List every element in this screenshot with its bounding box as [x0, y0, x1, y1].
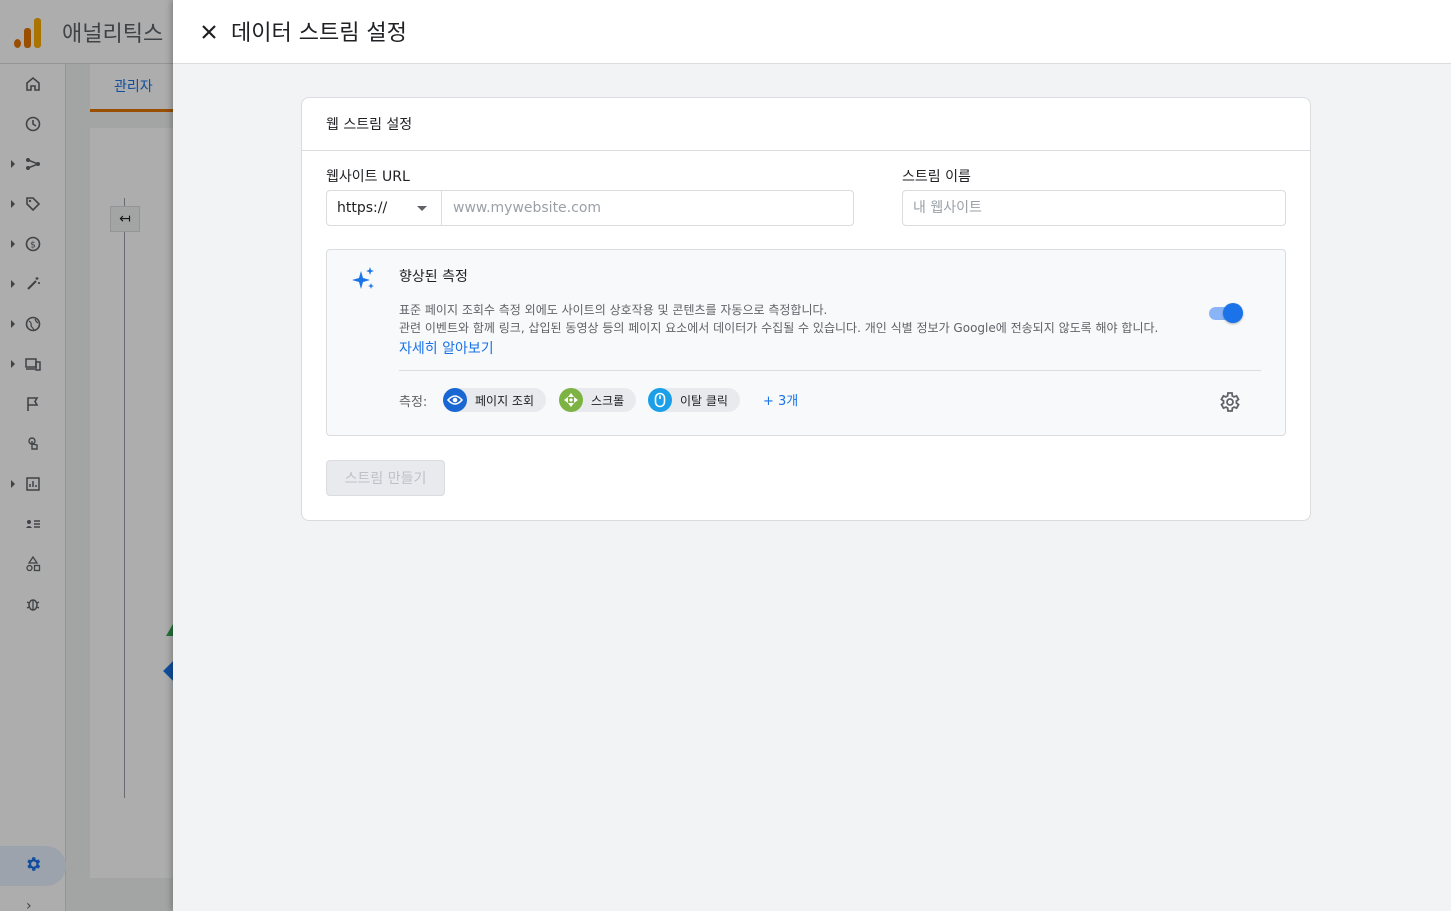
eye-icon [443, 388, 467, 412]
chip-label: 페이지 조회 [475, 393, 535, 408]
stream-name-input[interactable] [902, 190, 1286, 226]
description-line-2: 관련 이벤트와 함께 링크, 삽입된 동영상 등의 페이지 요소에서 데이터가 … [399, 321, 1159, 335]
measure-label: 측정: [399, 395, 428, 410]
description-line-1: 표준 페이지 조회수 측정 외에도 사이트의 상호작용 및 콘텐츠를 자동으로 … [399, 303, 828, 317]
divider [399, 370, 1261, 371]
url-field: https:// [326, 190, 854, 226]
protocol-select[interactable]: https:// [327, 191, 442, 225]
enhanced-measurement-box: 향상된 측정 표준 페이지 조회수 측정 외에도 사이트의 상호작용 및 콘텐츠… [326, 249, 1286, 436]
gear-icon [1220, 392, 1240, 412]
close-button[interactable] [195, 18, 223, 46]
stream-setup-panel: 데이터 스트림 설정 웹 스트림 설정 웹사이트 URL https:// 스트… [173, 0, 1451, 911]
sparkle-icon [351, 266, 377, 292]
enhanced-description: 표준 페이지 조회수 측정 외에도 사이트의 상호작용 및 콘텐츠를 자동으로 … [399, 301, 1219, 337]
close-icon [202, 25, 216, 39]
card-header: 웹 스트림 설정 [302, 98, 1310, 151]
chip-page-view: 페이지 조회 [443, 388, 547, 412]
protocol-value: https:// [337, 200, 388, 216]
mouse-icon [648, 388, 672, 412]
enhanced-toggle[interactable] [1207, 302, 1245, 324]
enhanced-title: 향상된 측정 [399, 269, 468, 285]
panel-header: 데이터 스트림 설정 [173, 0, 1451, 64]
web-stream-card: 웹 스트림 설정 웹사이트 URL https:// 스트림 이름 향상된 측정 [301, 97, 1311, 521]
scroll-target-icon [559, 388, 583, 412]
chip-outbound-click: 이탈 클릭 [648, 388, 740, 412]
url-input[interactable] [443, 191, 853, 225]
measure-settings-button[interactable] [1217, 390, 1241, 414]
chip-scroll: 스크롤 [559, 388, 637, 412]
toggle-knob [1223, 303, 1243, 323]
card-title: 웹 스트림 설정 [326, 117, 413, 133]
chevron-down-icon [417, 206, 427, 211]
more-measures-link[interactable]: + 3개 [763, 390, 798, 409]
chip-label: 이탈 클릭 [680, 393, 728, 408]
create-stream-button[interactable]: 스트림 만들기 [326, 460, 445, 496]
url-label: 웹사이트 URL [326, 169, 410, 185]
chip-label: 스크롤 [591, 393, 625, 408]
panel-title: 데이터 스트림 설정 [231, 21, 407, 46]
stream-name-label: 스트림 이름 [902, 169, 971, 185]
learn-more-link[interactable]: 자세히 알아보기 [399, 338, 494, 358]
